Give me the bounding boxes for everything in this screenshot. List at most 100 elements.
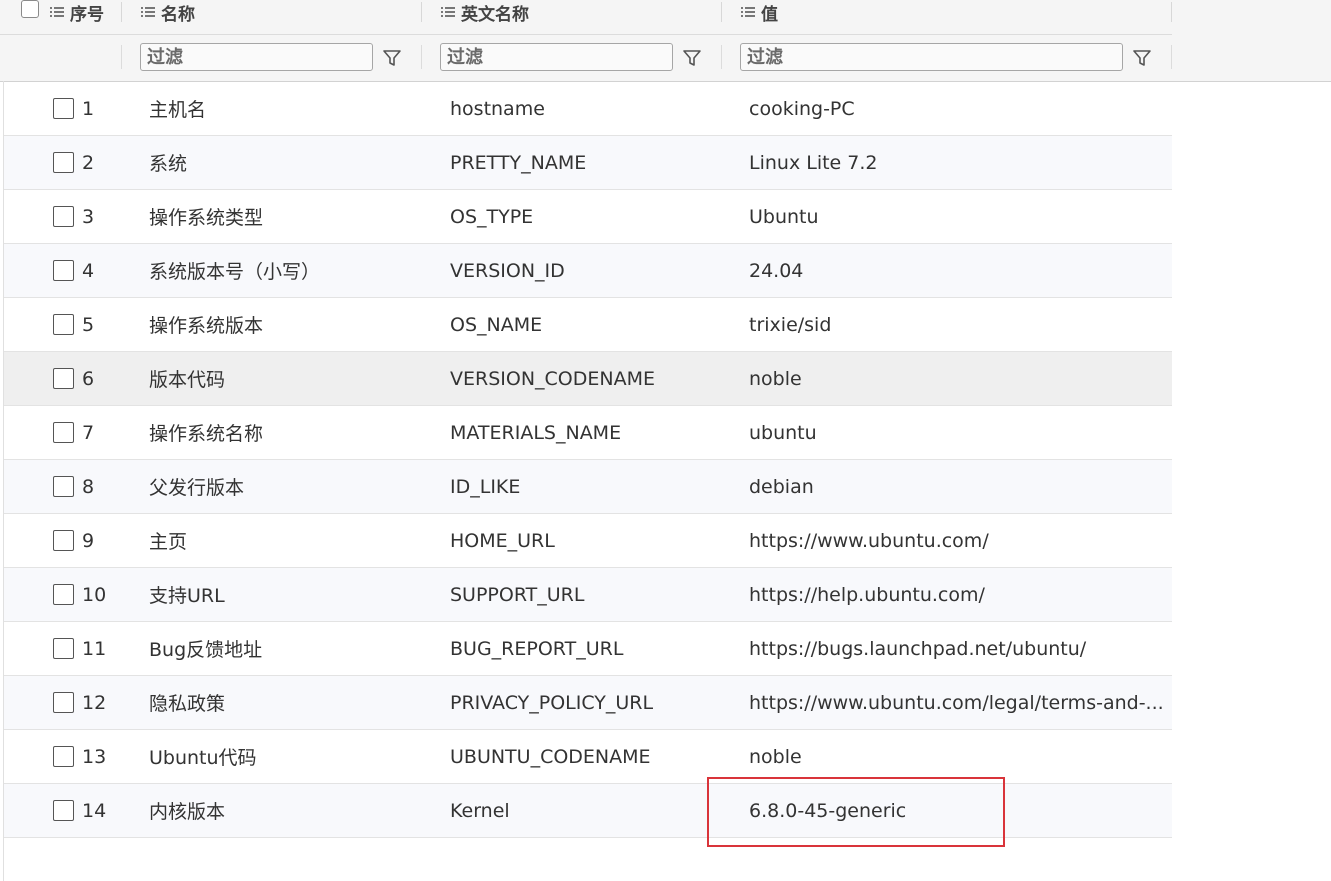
column-menu-icon[interactable] bbox=[441, 6, 455, 18]
row-name-cell: 系统 bbox=[149, 153, 188, 175]
row-value-cell: Ubuntu bbox=[749, 205, 819, 228]
row-checkbox[interactable] bbox=[53, 152, 74, 173]
row-english-name-cell: PRIVACY_POLICY_URL bbox=[450, 691, 654, 714]
row-english-name-cell: SUPPORT_URL bbox=[450, 583, 585, 606]
row-name-cell: 系统版本号（小写） bbox=[149, 261, 321, 283]
row-value-cell: debian bbox=[749, 475, 814, 498]
column-header-index[interactable]: 序号 bbox=[50, 0, 104, 25]
row-value-cell: 6.8.0-45-generic bbox=[749, 799, 907, 822]
row-english-name-cell: PRETTY_NAME bbox=[450, 151, 587, 174]
table-row[interactable]: 4 系统版本号（小写） VERSION_ID 24.04 bbox=[4, 244, 1172, 298]
column-menu-icon[interactable] bbox=[141, 6, 155, 18]
row-value-cell: https://bugs.launchpad.net/ubuntu/ bbox=[749, 637, 1087, 660]
row-name-cell: 操作系统版本 bbox=[149, 315, 264, 337]
row-index-cell: 11 bbox=[82, 637, 107, 660]
column-resize-handle[interactable] bbox=[1171, 2, 1172, 22]
row-name-cell: 隐私政策 bbox=[149, 693, 226, 715]
row-name-cell: 父发行版本 bbox=[149, 477, 245, 499]
row-name-cell: 支持URL bbox=[149, 585, 225, 607]
row-checkbox[interactable] bbox=[53, 746, 74, 767]
column-resize-handle[interactable] bbox=[421, 2, 422, 22]
table-row[interactable]: 5 操作系统版本 OS_NAME trixie/sid bbox=[4, 298, 1172, 352]
row-checkbox[interactable] bbox=[53, 98, 74, 119]
divider bbox=[721, 45, 722, 69]
row-name-cell: 主机名 bbox=[149, 99, 207, 121]
divider bbox=[121, 45, 122, 69]
name-filter-input[interactable] bbox=[140, 43, 373, 71]
english-name-filter-input[interactable] bbox=[440, 43, 673, 71]
row-value-cell: cooking-PC bbox=[749, 97, 855, 120]
table-row[interactable]: 13 Ubuntu代码 UBUNTU_CODENAME noble bbox=[4, 730, 1172, 784]
row-name-cell: Bug反馈地址 bbox=[149, 639, 263, 661]
value-filter-input[interactable] bbox=[740, 43, 1123, 71]
row-english-name-cell: BUG_REPORT_URL bbox=[450, 637, 624, 660]
row-value-cell: 24.04 bbox=[749, 259, 804, 282]
row-index-cell: 1 bbox=[82, 97, 95, 120]
row-english-name-cell: VERSION_CODENAME bbox=[450, 367, 656, 390]
column-resize-handle[interactable] bbox=[721, 2, 722, 22]
column-resize-handle[interactable] bbox=[121, 2, 122, 22]
row-checkbox[interactable] bbox=[53, 260, 74, 281]
row-checkbox[interactable] bbox=[53, 584, 74, 605]
filter-funnel-icon[interactable] bbox=[681, 47, 703, 69]
row-index-cell: 9 bbox=[82, 529, 95, 552]
row-english-name-cell: OS_TYPE bbox=[450, 205, 534, 228]
row-english-name-cell: UBUNTU_CODENAME bbox=[450, 745, 651, 768]
filter-row bbox=[0, 35, 1172, 81]
row-checkbox[interactable] bbox=[53, 368, 74, 389]
filter-funnel-icon[interactable] bbox=[381, 47, 403, 69]
select-all-checkbox[interactable] bbox=[21, 0, 39, 18]
table-row[interactable]: 14 内核版本 Kernel 6.8.0-45-generic bbox=[4, 784, 1172, 838]
row-index-cell: 7 bbox=[82, 421, 95, 444]
row-index-cell: 13 bbox=[82, 745, 107, 768]
table-row[interactable]: 10 支持URL SUPPORT_URL https://help.ubuntu.co… bbox=[4, 568, 1172, 622]
row-english-name-cell: VERSION_ID bbox=[450, 259, 565, 282]
row-english-name-cell: hostname bbox=[450, 97, 545, 120]
column-header-value[interactable]: 值 bbox=[741, 0, 778, 25]
row-value-cell: noble bbox=[749, 367, 802, 390]
table-row[interactable]: 11 Bug反馈地址 BUG_REPORT_URL https://bugs.laun… bbox=[4, 622, 1172, 676]
row-english-name-cell: OS_NAME bbox=[450, 313, 543, 336]
column-header-label: 值 bbox=[761, 4, 778, 25]
row-english-name-cell: Kernel bbox=[450, 799, 510, 822]
column-menu-icon[interactable] bbox=[50, 6, 64, 18]
row-english-name-cell: MATERIALS_NAME bbox=[450, 421, 622, 444]
row-checkbox[interactable] bbox=[53, 638, 74, 659]
column-header-label: 名称 bbox=[161, 4, 195, 25]
row-english-name-cell: ID_LIKE bbox=[450, 475, 521, 498]
row-index-cell: 6 bbox=[82, 367, 95, 390]
row-name-cell: 版本代码 bbox=[149, 369, 226, 391]
row-checkbox[interactable] bbox=[53, 692, 74, 713]
row-index-cell: 3 bbox=[82, 205, 95, 228]
row-index-cell: 14 bbox=[82, 799, 107, 822]
row-value-cell: https://www.ubuntu.com/legal/terms-and-.… bbox=[749, 691, 1164, 714]
table-row[interactable]: 9 主页 HOME_URL https://www.ubuntu.com/ bbox=[4, 514, 1172, 568]
table-row[interactable]: 1 主机名 hostname cooking-PC bbox=[4, 82, 1172, 136]
row-checkbox[interactable] bbox=[53, 476, 74, 497]
table-row[interactable]: 12 隐私政策 PRIVACY_POLICY_URL https://www.ubun… bbox=[4, 676, 1172, 730]
row-checkbox[interactable] bbox=[53, 422, 74, 443]
table-row[interactable]: 3 操作系统类型 OS_TYPE Ubuntu bbox=[4, 190, 1172, 244]
row-value-cell: noble bbox=[749, 745, 802, 768]
row-checkbox[interactable] bbox=[53, 800, 74, 821]
row-checkbox[interactable] bbox=[53, 530, 74, 551]
row-index-cell: 4 bbox=[82, 259, 95, 282]
column-header-name[interactable]: 名称 bbox=[141, 0, 195, 25]
row-english-name-cell: HOME_URL bbox=[450, 529, 555, 552]
row-index-cell: 8 bbox=[82, 475, 95, 498]
table-row[interactable]: 2 系统 PRETTY_NAME Linux Lite 7.2 bbox=[4, 136, 1172, 190]
table-row[interactable]: 7 操作系统名称 MATERIALS_NAME ubuntu bbox=[4, 406, 1172, 460]
row-checkbox[interactable] bbox=[53, 206, 74, 227]
row-value-cell: https://help.ubuntu.com/ bbox=[749, 583, 985, 606]
data-grid: 序号 名称 英文名称 值 过滤 过滤 过滤 1 主机名 hostname coo… bbox=[0, 0, 1331, 881]
row-name-cell: 操作系统类型 bbox=[149, 207, 264, 229]
table-row[interactable]: 6 版本代码 VERSION_CODENAME noble bbox=[4, 352, 1172, 406]
column-header-label: 英文名称 bbox=[461, 4, 529, 25]
row-index-cell: 10 bbox=[82, 583, 107, 606]
row-checkbox[interactable] bbox=[53, 314, 74, 335]
column-menu-icon[interactable] bbox=[741, 6, 755, 18]
column-header-english-name[interactable]: 英文名称 bbox=[441, 0, 529, 25]
table-row[interactable]: 8 父发行版本 ID_LIKE debian bbox=[4, 460, 1172, 514]
row-name-cell: Ubuntu代码 bbox=[149, 747, 257, 769]
filter-funnel-icon[interactable] bbox=[1131, 47, 1153, 69]
